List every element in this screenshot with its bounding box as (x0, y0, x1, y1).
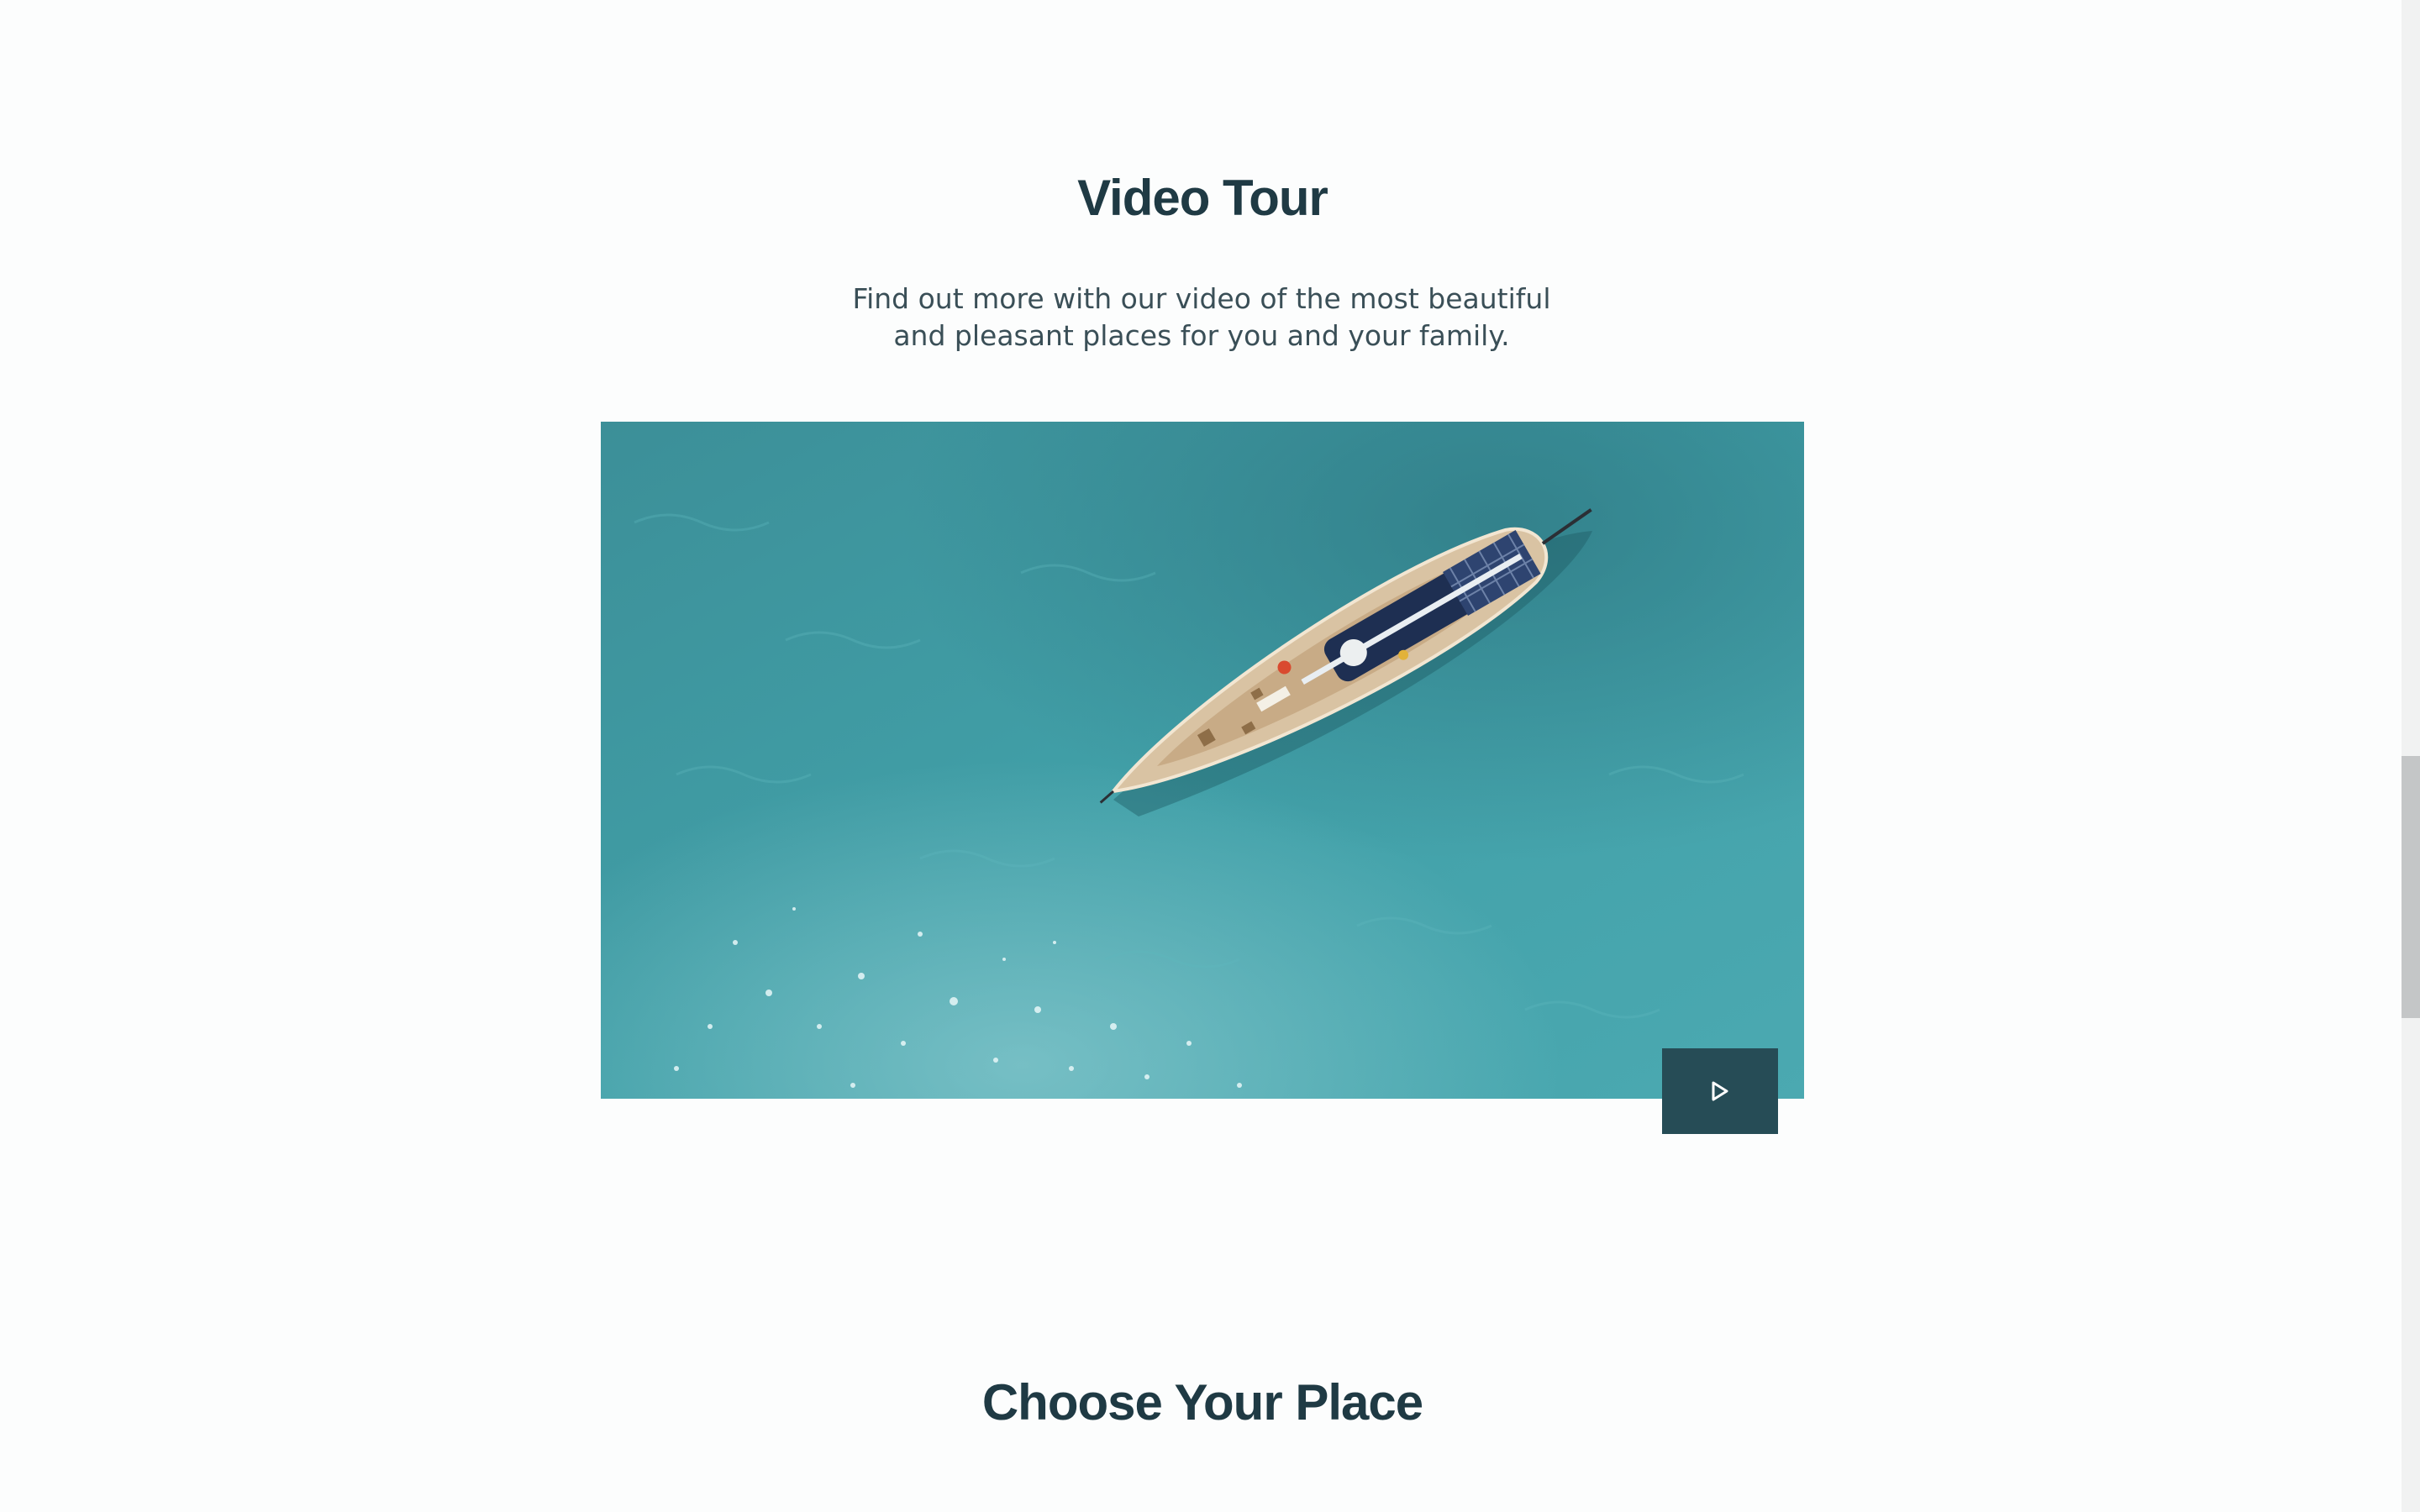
scrollbar-thumb[interactable] (2402, 756, 2420, 1018)
page: Video Tour Find out more with our video … (0, 0, 2420, 1512)
video-tour-heading: Video Tour (1077, 170, 1328, 226)
choose-your-place-heading: Choose Your Place (981, 1374, 1423, 1431)
play-icon (1712, 1081, 1728, 1101)
video-player[interactable] (601, 422, 1804, 1099)
play-button[interactable] (1662, 1048, 1778, 1134)
video-thumbnail-image (601, 422, 1804, 1099)
video-tour-description: Find out more with our video of the most… (852, 282, 1551, 352)
scrollbar-track[interactable] (2402, 0, 2420, 1512)
